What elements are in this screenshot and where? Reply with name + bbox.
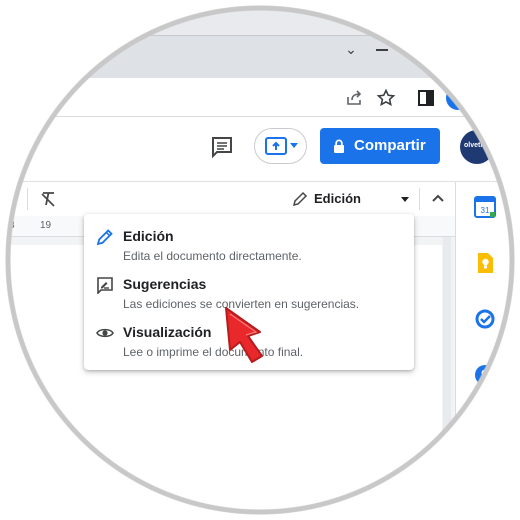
- ruler-mark: 8: [9, 220, 15, 231]
- account-avatar[interactable]: olvetic: [460, 130, 494, 164]
- more-vert-icon[interactable]: [8, 193, 16, 205]
- calendar-icon[interactable]: 31: [474, 196, 496, 218]
- side-panel: [455, 182, 520, 520]
- toolbar-divider: [27, 188, 28, 210]
- present-icon: [265, 137, 287, 155]
- present-button[interactable]: [254, 128, 307, 164]
- menu-item-title: Visualización: [123, 324, 212, 340]
- pencil-icon: [96, 229, 113, 246]
- toolbar-divider: [419, 188, 420, 210]
- menu-item-description: Lee o imprime el documento final.: [123, 345, 304, 359]
- document-page[interactable]: [0, 245, 53, 520]
- avatar-text: olvetic: [464, 142, 487, 149]
- minimize-icon[interactable]: [373, 40, 391, 58]
- sidepanel-icon[interactable]: [416, 88, 436, 108]
- ruler-mark: 19: [40, 220, 52, 231]
- caret-down-icon: [401, 197, 409, 202]
- content: ⌄ Compartir olvetic Edición 8 19 31 Edic…: [0, 0, 520, 520]
- bookmark-star-icon[interactable]: [376, 88, 396, 108]
- contacts-icon[interactable]: [474, 364, 496, 386]
- menu-item-title: Sugerencias: [123, 276, 207, 292]
- share-button-label: Compartir: [354, 137, 426, 154]
- eye-icon: [96, 328, 114, 338]
- comments-icon[interactable]: [210, 135, 234, 159]
- share-button[interactable]: Compartir: [320, 128, 440, 164]
- menu-item-description: Edita el documento directamente.: [123, 249, 302, 263]
- pencil-icon: [292, 191, 308, 207]
- keep-icon[interactable]: [474, 252, 496, 274]
- suggest-icon: [97, 277, 113, 294]
- caret-down-icon[interactable]: [290, 143, 298, 148]
- screenshot-stage: ⌄ Compartir olvetic Edición 8 19 31 Edic…: [0, 0, 520, 520]
- menu-item-editing[interactable]: Edición Edita el documento directamente.: [84, 220, 414, 266]
- browser-toolbar: [0, 78, 520, 117]
- tasks-icon[interactable]: [474, 308, 496, 330]
- red-pointer-arrow: [225, 307, 263, 363]
- menu-item-title: Edición: [123, 228, 174, 244]
- editing-mode-label: Edición: [314, 191, 361, 206]
- scrollbar[interactable]: [443, 237, 451, 520]
- browser-tab[interactable]: [145, 0, 485, 36]
- browser-profile-avatar[interactable]: [446, 86, 470, 110]
- chevron-down-icon[interactable]: ⌄: [342, 40, 360, 58]
- chevron-up-icon[interactable]: [430, 191, 446, 207]
- clear-formatting-icon[interactable]: [40, 191, 56, 207]
- lock-icon: [334, 139, 344, 153]
- calendar-day: 31: [481, 206, 490, 215]
- editing-mode-dropdown[interactable]: Edición: [286, 187, 414, 211]
- share-page-icon[interactable]: [344, 88, 364, 108]
